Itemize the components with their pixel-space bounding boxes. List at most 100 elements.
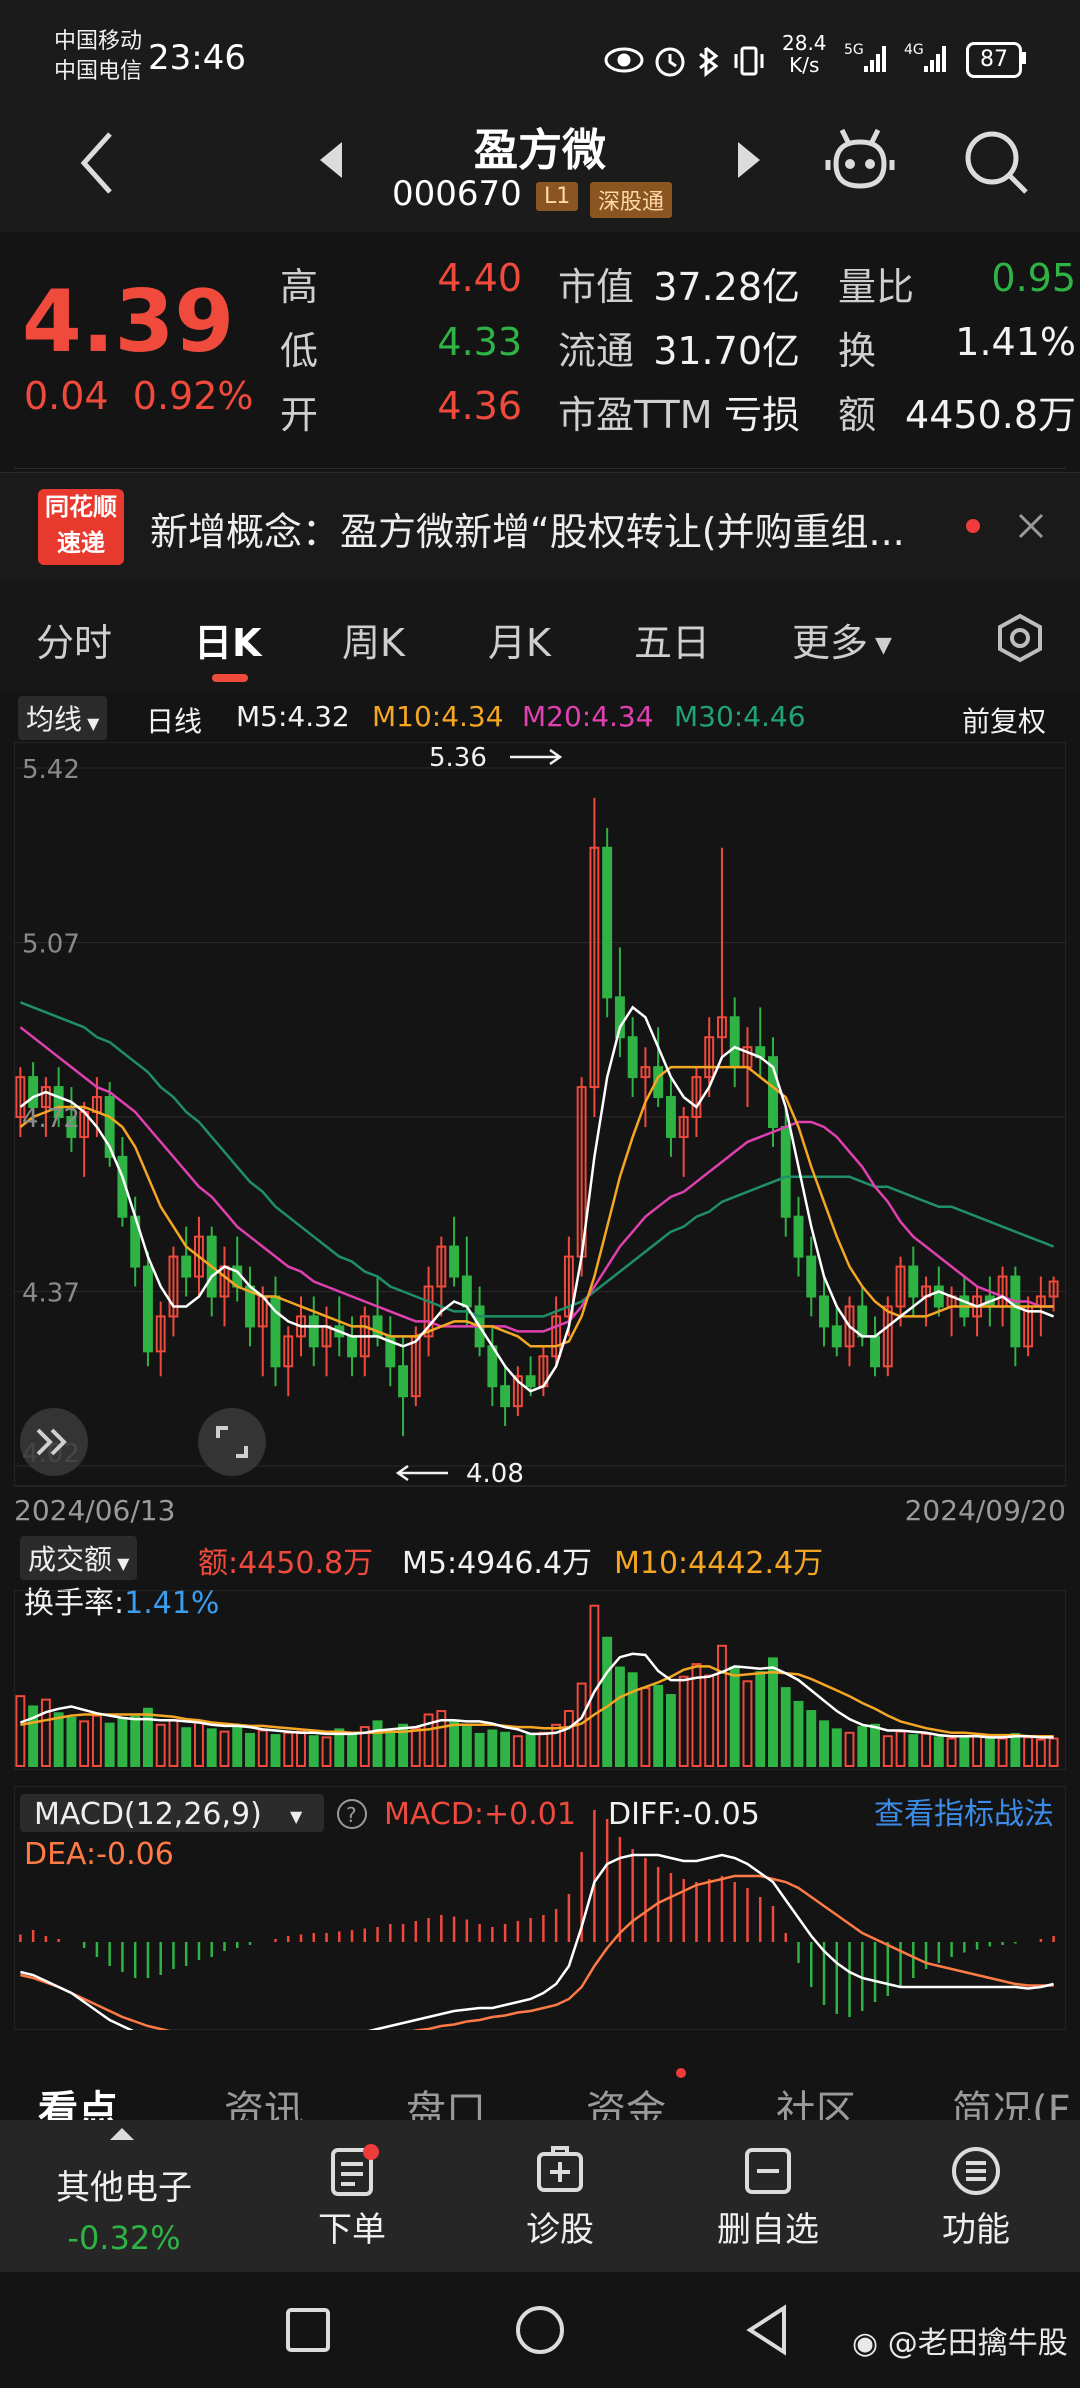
- turn-label: 换: [838, 329, 877, 373]
- volume-chart[interactable]: [14, 1590, 1066, 1770]
- volume-bar: [653, 1684, 664, 1767]
- news-text[interactable]: 新增概念：盈方微新增“股权转让(并购重组...: [150, 501, 980, 556]
- volume-bar: [130, 1715, 141, 1767]
- watermark: ◉ @老田擒牛股: [852, 2326, 1068, 2361]
- kline-chart[interactable]: 5.425.074.724.374.02 5.36 4.08 2024/06/1…: [14, 742, 1066, 1528]
- vibrate-icon: [734, 46, 764, 76]
- expand-up-icon[interactable]: [108, 2126, 136, 2142]
- back-nav-icon[interactable]: [744, 2304, 792, 2356]
- recent-apps-icon[interactable]: [284, 2306, 332, 2354]
- functions-label: 功能: [942, 2210, 1010, 2250]
- divider: [14, 468, 1066, 469]
- bluetooth-icon: [699, 46, 719, 78]
- tab-monthly[interactable]: 月K: [488, 612, 551, 667]
- volume-bar: [857, 1726, 868, 1768]
- volume-bar: [117, 1718, 128, 1768]
- volume-dropdown[interactable]: 成交额 ▼: [20, 1536, 138, 1580]
- info-tab-profile[interactable]: 简况(F: [952, 2078, 1071, 2120]
- macd-chart[interactable]: MACD(12,26,9) ▼ ? MACD:+0.01 DIFF:-0.05 …: [14, 1786, 1066, 2030]
- order-label: 下单: [318, 2210, 386, 2250]
- candle-body: [780, 1125, 791, 1218]
- ma5-value: M5:4.32: [236, 700, 350, 733]
- info-tab-kandian[interactable]: 看点: [38, 2078, 118, 2120]
- remove-watch-label: 删自选: [717, 2210, 819, 2250]
- volume-bar: [972, 1734, 983, 1768]
- period-tabs: 分时 日K 周K 月K 五日 更多 ▼: [0, 582, 1080, 690]
- volume-bar: [308, 1735, 319, 1767]
- volume-bar: [283, 1731, 294, 1768]
- funds-dot: [676, 2068, 686, 2078]
- info-tab-news[interactable]: 资讯: [224, 2078, 304, 2120]
- remove-watch-button[interactable]: 删自选: [678, 2144, 858, 2251]
- candle-body: [806, 1255, 817, 1298]
- turn-value: 1.41%: [955, 320, 1076, 364]
- volume-bar: [831, 1728, 842, 1768]
- amt-value: 4450.8万: [905, 393, 1076, 437]
- tab-more[interactable]: 更多 ▼: [792, 612, 892, 667]
- volume-ma5-line: [19, 1652, 1054, 1739]
- volume-m10: M10:4442.4万: [614, 1546, 824, 1581]
- sector-info[interactable]: 其他电子 -0.32%: [34, 2160, 214, 2257]
- volume-bar: [563, 1710, 574, 1768]
- diagnose-button[interactable]: 诊股: [470, 2144, 650, 2251]
- volume-bar: [1048, 1737, 1059, 1768]
- home-icon[interactable]: [514, 2304, 566, 2356]
- ma5-line: [19, 1005, 1055, 1393]
- volume-bar: [1010, 1732, 1021, 1767]
- info-tab-funds[interactable]: 资金: [586, 2078, 666, 2120]
- search-icon[interactable]: [962, 128, 1032, 198]
- high-label: 高: [280, 265, 319, 309]
- net-speed: 28.4 K/s: [782, 31, 827, 77]
- news-unread-dot: [966, 519, 980, 533]
- tab-five-day[interactable]: 五日: [634, 612, 710, 667]
- next-stock-icon[interactable]: [734, 138, 764, 182]
- news-ticker[interactable]: 同花顺 速递 新增概念：盈方微新增“股权转让(并购重组...: [0, 472, 1080, 581]
- volume-bar: [296, 1730, 306, 1767]
- volume-bar: [104, 1722, 115, 1767]
- candle-body: [857, 1305, 868, 1338]
- volume-bar: [410, 1727, 421, 1767]
- volume-bar: [870, 1723, 880, 1768]
- volume-bar: [678, 1675, 689, 1767]
- candle-body: [729, 1016, 740, 1069]
- battery-icon: 87: [966, 42, 1022, 78]
- volume-bar: [768, 1657, 778, 1767]
- volume-bar: [142, 1707, 153, 1767]
- dea-value: DEA:-0.06: [24, 1837, 174, 1872]
- ma-dropdown[interactable]: 均线 ▼: [18, 696, 108, 740]
- dropdown-triangle-icon: ▼: [290, 1807, 303, 1826]
- tab-weekly[interactable]: 周K: [342, 612, 405, 667]
- tab-intraday[interactable]: 分时: [36, 612, 112, 667]
- signal-icon-1: [864, 46, 886, 72]
- stock-name: 盈方微: [474, 125, 606, 176]
- candle-body: [461, 1275, 472, 1308]
- status-bar: 中国移动 中国电信 23:46 28.4 K/s 5G 4G 87: [0, 0, 1080, 110]
- float-value: 31.70亿: [653, 329, 800, 373]
- volume-bar: [219, 1730, 230, 1767]
- settings-hexagon-icon[interactable]: [994, 612, 1046, 664]
- info-tab-orderbook[interactable]: 盘口: [406, 2078, 486, 2120]
- functions-button[interactable]: 功能: [886, 2144, 1066, 2251]
- sector-change: -0.32%: [67, 2219, 181, 2257]
- high-value: 4.40: [437, 256, 522, 300]
- volume-bar: [449, 1720, 460, 1768]
- volume-bar: [627, 1672, 638, 1767]
- volume-bar: [1035, 1738, 1046, 1767]
- info-tabs: 看点 资讯 盘口 资金 社区 简况(F: [0, 2040, 1080, 2120]
- stock-header: 盈方微 000670 L1 深股通: [0, 110, 1080, 232]
- kline-ticks: 5.425.074.724.374.02: [22, 755, 80, 1469]
- candle-body: [142, 1265, 153, 1353]
- volume-ma-lines: [19, 1652, 1054, 1739]
- volume-bar: [245, 1732, 255, 1767]
- ma10-value: M10:4.34: [372, 700, 504, 733]
- tab-daily[interactable]: 日K: [194, 612, 261, 667]
- volume-bar: [321, 1736, 332, 1767]
- order-button[interactable]: 下单: [262, 2144, 442, 2251]
- price-change: 0.04 0.92%: [24, 374, 254, 418]
- adjust-mode[interactable]: 前复权: [962, 700, 1046, 740]
- amt-label: 额: [838, 393, 877, 437]
- robot-assistant-icon[interactable]: [822, 124, 898, 200]
- info-tab-community[interactable]: 社区: [776, 2078, 856, 2120]
- close-icon[interactable]: [1016, 511, 1046, 541]
- max-arrow-icon: [510, 748, 563, 766]
